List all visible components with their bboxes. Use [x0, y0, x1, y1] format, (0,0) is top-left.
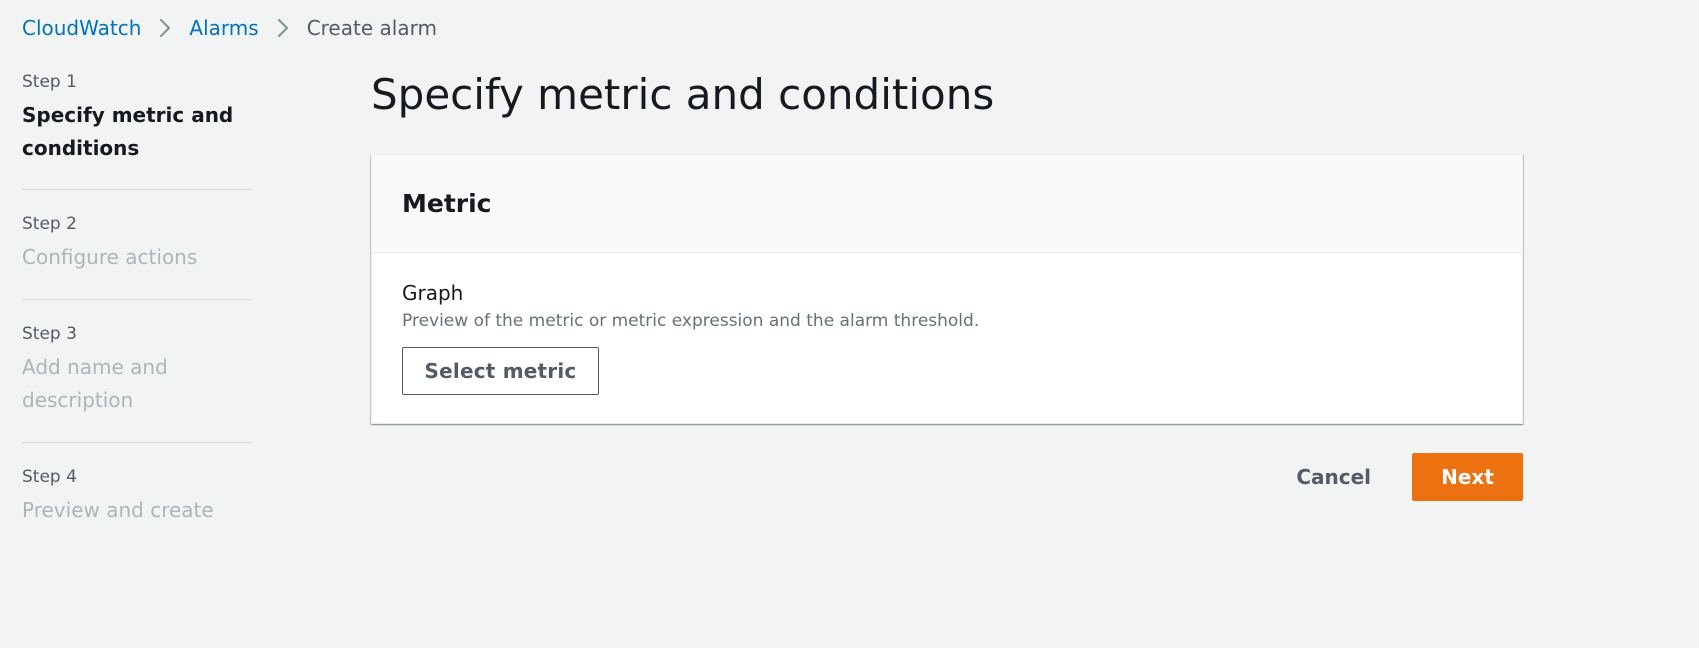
breadcrumb-current: Create alarm [306, 16, 437, 40]
wizard-steps-nav: Step 1 Specify metric and conditions Ste… [22, 70, 252, 527]
graph-label: Graph [402, 281, 464, 305]
step-number: Step 4 [22, 467, 77, 487]
breadcrumb: CloudWatch Alarms Create alarm [22, 14, 437, 42]
step-number: Step 2 [22, 214, 77, 234]
wizard-step-4: Step 4 Preview and create [22, 443, 252, 527]
breadcrumb-cloudwatch-link[interactable]: CloudWatch [22, 16, 141, 40]
metric-panel-header: Metric [372, 155, 1522, 253]
wizard-step-1: Step 1 Specify metric and conditions [22, 70, 252, 190]
breadcrumb-alarms-link[interactable]: Alarms [189, 16, 258, 40]
step-title: Configure actions [22, 245, 198, 269]
step-title: Add name and description [22, 355, 168, 412]
metric-panel-title: Metric [402, 189, 492, 218]
wizard-actions: Cancel Next [1270, 453, 1523, 501]
next-button[interactable]: Next [1412, 453, 1523, 501]
metric-panel-body: Graph Preview of the metric or metric ex… [372, 253, 1522, 395]
graph-description: Preview of the metric or metric expressi… [402, 311, 980, 331]
step-title: Preview and create [22, 498, 214, 522]
chevron-right-icon [141, 14, 189, 42]
step-title-active: Specify metric and conditions [22, 103, 234, 160]
cancel-button[interactable]: Cancel [1273, 453, 1394, 501]
select-metric-button[interactable]: Select metric [402, 347, 599, 395]
chevron-right-icon [259, 14, 307, 42]
metric-panel: Metric Graph Preview of the metric or me… [371, 154, 1523, 424]
wizard-step-3: Step 3 Add name and description [22, 300, 252, 443]
page-title: Specify metric and conditions [371, 70, 995, 119]
step-number: Step 3 [22, 324, 77, 344]
create-alarm-page: CloudWatch Alarms Create alarm Step 1 Sp… [0, 0, 1699, 648]
wizard-step-2: Step 2 Configure actions [22, 190, 252, 300]
step-number: Step 1 [22, 72, 77, 92]
